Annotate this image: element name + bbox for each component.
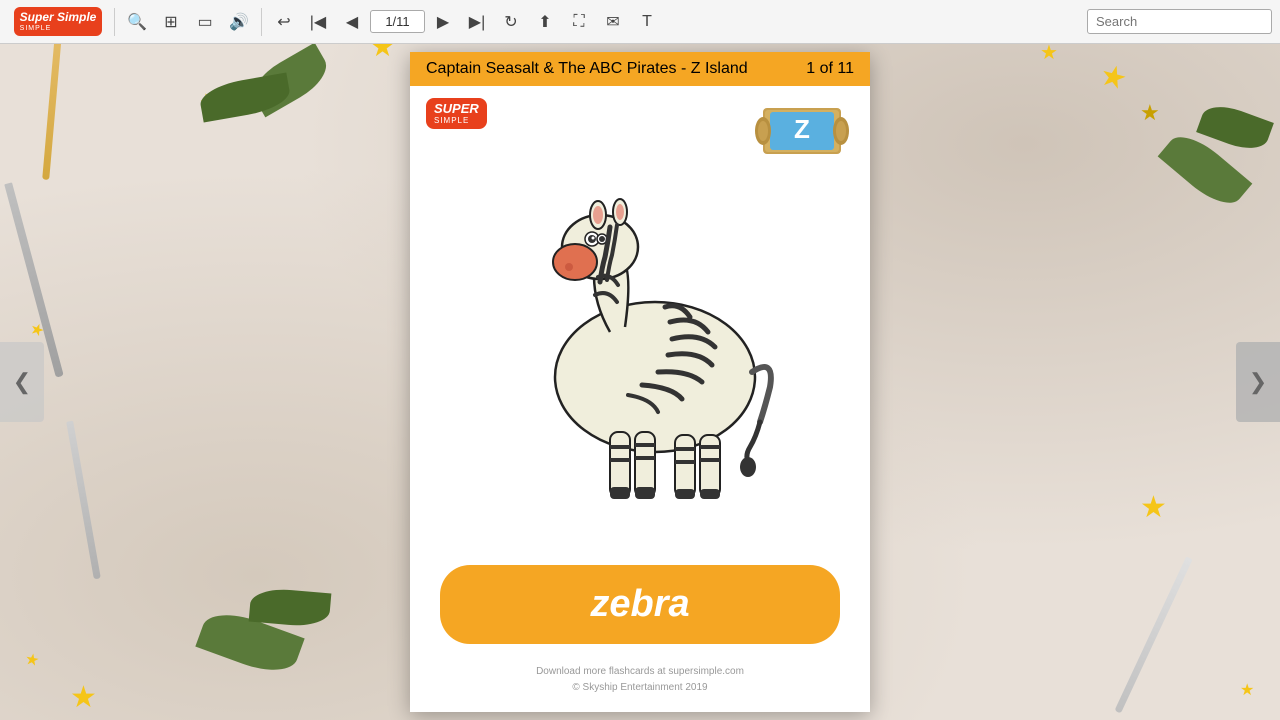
first-page-button[interactable]: |◀ [302, 6, 334, 38]
fit-page-button[interactable]: ▭ [189, 6, 221, 38]
logo-super: Super Simple [20, 11, 97, 24]
app-logo: Super Simple SIMPLE [8, 0, 108, 44]
card-logo-simple: SIMPLE [434, 116, 479, 125]
card-page-num: 1 of 11 [806, 60, 854, 78]
prev-page-button[interactable]: ◀ [336, 6, 368, 38]
next-slide-button[interactable]: ❯ [1236, 342, 1280, 422]
audio-button[interactable]: 🔊 [223, 6, 255, 38]
right-arrow-icon: ❯ [1249, 369, 1267, 395]
email-button[interactable]: ✉ [597, 6, 629, 38]
zoom-in-button[interactable]: 🔍 [121, 6, 153, 38]
card-footer: Download more flashcards at supersimple.… [410, 664, 870, 712]
card-word: zebra [590, 583, 689, 625]
toolbar: Super Simple SIMPLE 🔍 ⊞ ▭ 🔊 ↩ |◀ ◀ 1/11 … [0, 0, 1280, 44]
next-page-button[interactable]: ▶ [427, 6, 459, 38]
card-word-bar: zebra [440, 565, 840, 644]
step-back-button[interactable]: ↩ [268, 6, 300, 38]
last-page-button[interactable]: ▶| [461, 6, 493, 38]
zebra-image [480, 177, 800, 517]
search-box [1087, 9, 1272, 34]
prev-slide-button[interactable]: ❮ [0, 342, 44, 422]
card-header: Captain Seasalt & The ABC Pirates - Z Is… [410, 52, 870, 86]
left-arrow-icon: ❮ [13, 369, 31, 395]
divider-2 [261, 8, 262, 36]
card-logo-super: SUPER [434, 102, 479, 116]
text-button[interactable]: T [631, 6, 663, 38]
footer-line1: Download more flashcards at supersimple.… [410, 664, 870, 680]
card-image-area [410, 129, 870, 565]
flashcard: Captain Seasalt & The ABC Pirates - Z Is… [410, 52, 870, 712]
page-indicator: 1/11 [370, 10, 425, 33]
rotate-button[interactable]: ↻ [495, 6, 527, 38]
card-title: Captain Seasalt & The ABC Pirates - Z Is… [426, 60, 748, 78]
search-input[interactable] [1096, 14, 1263, 29]
main-content: ❮ Captain Seasalt & The ABC Pirates - Z … [0, 44, 1280, 720]
footer-line2: © Skyship Entertainment 2019 [410, 680, 870, 696]
divider-1 [114, 8, 115, 36]
grid-view-button[interactable]: ⊞ [155, 6, 187, 38]
share-button[interactable]: ⬆ [529, 6, 561, 38]
fullscreen-button[interactable]: ⛶ [563, 6, 595, 38]
logo-simple: SIMPLE [20, 25, 97, 32]
